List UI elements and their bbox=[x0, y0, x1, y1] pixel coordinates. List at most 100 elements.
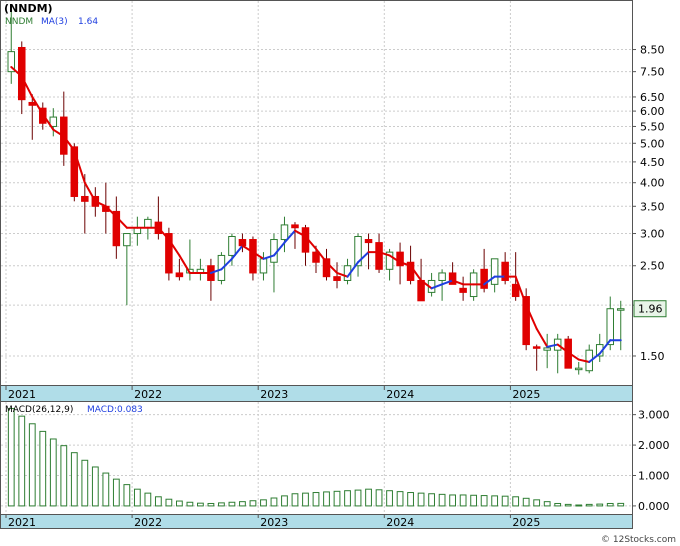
price-y-tick-label: 3.50 bbox=[640, 200, 665, 213]
macd-bar bbox=[270, 497, 278, 507]
candle-body bbox=[259, 258, 268, 274]
macd-bar bbox=[312, 492, 320, 507]
macd-bar bbox=[281, 495, 288, 507]
price-y-tick-label: 3.00 bbox=[640, 228, 665, 241]
candle-body bbox=[291, 224, 299, 229]
macd-bar bbox=[438, 493, 446, 507]
macd-bar bbox=[585, 503, 593, 507]
price-y-tick-label: 5.50 bbox=[640, 120, 665, 133]
macd-legend-name: MACD(26,12,9) bbox=[5, 405, 73, 415]
macd-bar bbox=[501, 495, 509, 507]
price-x-tick-label: 2022 bbox=[134, 388, 162, 401]
price-x-tick-label: 2021 bbox=[8, 388, 36, 401]
price-y-tick-label: 7.50 bbox=[640, 66, 665, 79]
macd-bar bbox=[396, 491, 404, 507]
macd-bar bbox=[154, 496, 162, 507]
macd-x-tick-label: 2022 bbox=[134, 516, 162, 529]
stock-chart: 8.50 7.50 6.506.00 5.50 5.00 4.50 4.00 3.50 3.00… bbox=[0, 0, 676, 545]
macd-y-tick-label: 1.000 bbox=[638, 469, 670, 482]
candle-body bbox=[123, 233, 131, 247]
price-y-tick-label: 4.00 bbox=[640, 177, 665, 190]
macd-bar bbox=[228, 501, 236, 507]
candle-body bbox=[333, 276, 341, 281]
candle-body bbox=[175, 272, 184, 278]
macd-bar bbox=[522, 497, 530, 507]
macd-bar bbox=[333, 490, 341, 507]
macd-bar bbox=[249, 500, 257, 507]
candle-body bbox=[270, 239, 278, 263]
macd-bar bbox=[112, 478, 120, 507]
macd-y-tick-label: 2.000 bbox=[638, 439, 670, 452]
candle-body bbox=[543, 347, 551, 351]
price-y-tick-label: 6.50 bbox=[640, 91, 665, 104]
macd-bar bbox=[144, 492, 152, 507]
macd-bar bbox=[617, 502, 625, 507]
macd-bar bbox=[449, 494, 456, 507]
candle-body bbox=[438, 272, 446, 281]
macd-bar bbox=[218, 502, 225, 507]
candle-body bbox=[490, 258, 499, 285]
macd-bar bbox=[386, 490, 393, 507]
macd-bar bbox=[554, 502, 562, 507]
macd-bar bbox=[91, 466, 99, 507]
macd-bar bbox=[344, 490, 351, 507]
price-x-tick-label: 2025 bbox=[512, 388, 540, 401]
macd-bar bbox=[302, 492, 309, 507]
macd-bar bbox=[407, 492, 414, 507]
candle-body bbox=[417, 279, 425, 302]
macd-bar bbox=[70, 452, 78, 507]
candle-body bbox=[574, 367, 583, 371]
chart-title: (NNDM) bbox=[4, 2, 53, 15]
macd-bar bbox=[575, 504, 583, 507]
price-y-tick-label: 8.50 bbox=[640, 44, 665, 57]
candle-body bbox=[448, 272, 457, 285]
macd-x-tick-label: 2025 bbox=[512, 516, 540, 529]
candle-body bbox=[606, 308, 614, 346]
macd-bar bbox=[81, 459, 89, 507]
macd-bar bbox=[186, 501, 194, 507]
candle-body bbox=[280, 224, 289, 241]
macd-bar bbox=[176, 500, 183, 507]
price-y-tick-label: 1.50 bbox=[640, 350, 665, 363]
macd-bar bbox=[512, 496, 520, 507]
macd-bar bbox=[197, 502, 204, 507]
macd-bar bbox=[375, 489, 383, 507]
candle-body bbox=[28, 101, 37, 106]
macd-bar bbox=[470, 494, 478, 507]
macd-y-tick-label: 0.000 bbox=[638, 500, 670, 513]
candle-body bbox=[81, 195, 89, 202]
price-y-tick-label: 5.00 bbox=[640, 137, 665, 150]
candle-body bbox=[144, 218, 152, 229]
legend-ma-label: MA(3) bbox=[41, 17, 68, 27]
macd-bar bbox=[60, 445, 68, 507]
macd-bar bbox=[417, 492, 425, 507]
macd-x-tick-label: 2023 bbox=[260, 516, 288, 529]
candle-body bbox=[312, 251, 320, 263]
price-x-tick-label: 2023 bbox=[260, 388, 288, 401]
macd-panel bbox=[0, 401, 633, 529]
candle-body bbox=[375, 242, 383, 270]
macd-bar bbox=[480, 495, 488, 507]
macd-bar bbox=[49, 438, 57, 507]
macd-bar bbox=[291, 493, 299, 507]
macd-x-tick-label: 2021 bbox=[8, 516, 36, 529]
candle-body bbox=[228, 235, 236, 256]
candle-body bbox=[364, 239, 373, 244]
candle-body bbox=[616, 308, 625, 311]
legend-ticker: NNDM bbox=[5, 17, 33, 27]
candle-body bbox=[511, 283, 520, 298]
candle-body bbox=[249, 239, 257, 274]
price-y-tick-label: 6.00 bbox=[640, 105, 665, 118]
macd-x-tick-label: 2024 bbox=[386, 516, 414, 529]
macd-bar bbox=[428, 493, 435, 507]
macd-bar bbox=[39, 430, 47, 507]
macd-bar bbox=[533, 499, 541, 507]
macd-bar bbox=[239, 501, 246, 507]
macd-bar bbox=[260, 499, 267, 507]
macd-y-tick-labels: 3.000 2.000 1.000 0.000 bbox=[632, 409, 670, 513]
macd-bar bbox=[491, 495, 499, 507]
price-x-tick-label: 2024 bbox=[386, 388, 414, 401]
macd-bar bbox=[7, 408, 15, 507]
legend-ma-value: 1.64 bbox=[78, 17, 98, 27]
last-price-label: 1.96 bbox=[638, 303, 663, 316]
